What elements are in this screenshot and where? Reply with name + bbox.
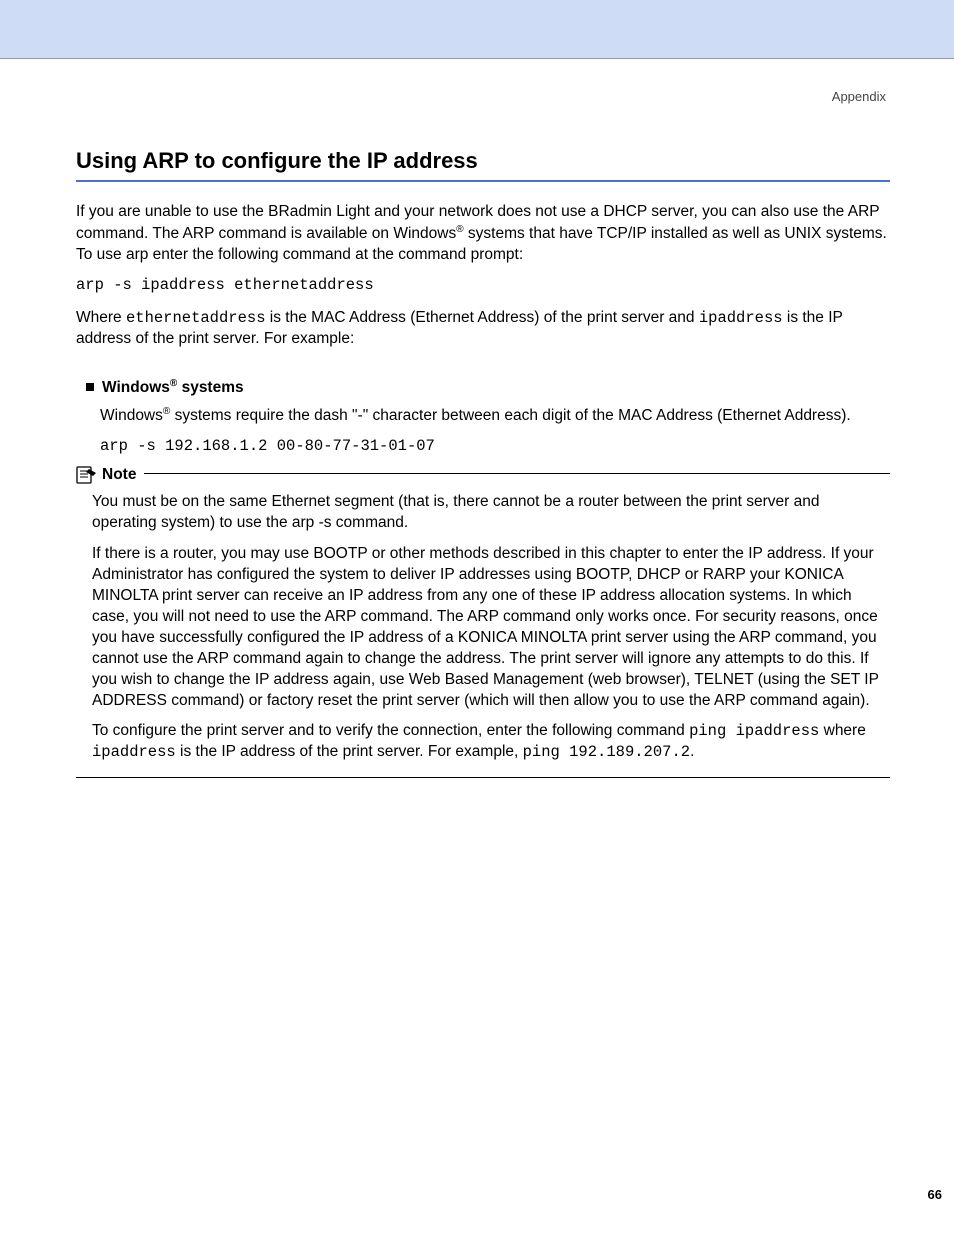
- page-number: 66: [928, 1187, 942, 1202]
- note-paragraph-1: You must be on the same Ethernet segment…: [92, 492, 886, 534]
- note-label: Note: [102, 466, 136, 483]
- note-icon: [76, 466, 98, 484]
- windows-heading-b: systems: [177, 379, 243, 396]
- appendix-label: Appendix: [76, 59, 890, 104]
- note-header: Note: [76, 466, 144, 484]
- title-underline: [76, 180, 890, 182]
- arp-command-windows: arp -s 192.168.1.2 00-80-77-31-01-07: [100, 437, 890, 455]
- windows-body-b: systems require the dash "-" character b…: [170, 407, 850, 424]
- code-ping-example: ping 192.189.207.2: [523, 743, 690, 761]
- windows-body-a: Windows: [100, 407, 163, 424]
- reg-mark: ®: [456, 224, 463, 235]
- intro-paragraph-1: If you are unable to use the BRadmin Lig…: [76, 202, 890, 266]
- page-content: Appendix Using ARP to configure the IP a…: [0, 59, 954, 778]
- windows-heading-a: Windows: [102, 379, 170, 396]
- intro-paragraph-2: Where ethernetaddress is the MAC Address…: [76, 308, 890, 350]
- windows-subheading: Windows® systems: [86, 378, 890, 397]
- code-ipaddress-2: ipaddress: [92, 743, 176, 761]
- code-ping-ipaddress: ping ipaddress: [689, 722, 819, 740]
- top-header-bar: [0, 0, 954, 58]
- note-block: Note You must be on the same Ethernet se…: [76, 473, 890, 778]
- bullet-icon: [86, 383, 94, 391]
- note-p3b: where: [819, 722, 866, 739]
- intro-text-2a: Where: [76, 309, 126, 326]
- section-title: Using ARP to configure the IP address: [76, 148, 890, 174]
- intro-text-2b: is the MAC Address (Ethernet Address) of…: [266, 309, 699, 326]
- note-paragraph-2: If there is a router, you may use BOOTP …: [92, 544, 886, 711]
- code-ethernetaddress: ethernetaddress: [126, 309, 266, 327]
- note-p3c: is the IP address of the print server. F…: [176, 743, 523, 760]
- note-p3d: .: [690, 743, 694, 760]
- note-paragraph-3: To configure the print server and to ver…: [92, 721, 886, 763]
- code-ipaddress: ipaddress: [699, 309, 783, 327]
- note-p3a: To configure the print server and to ver…: [92, 722, 689, 739]
- windows-body: Windows® systems require the dash "-" ch…: [100, 405, 890, 427]
- arp-command-generic: arp -s ipaddress ethernetaddress: [76, 276, 890, 294]
